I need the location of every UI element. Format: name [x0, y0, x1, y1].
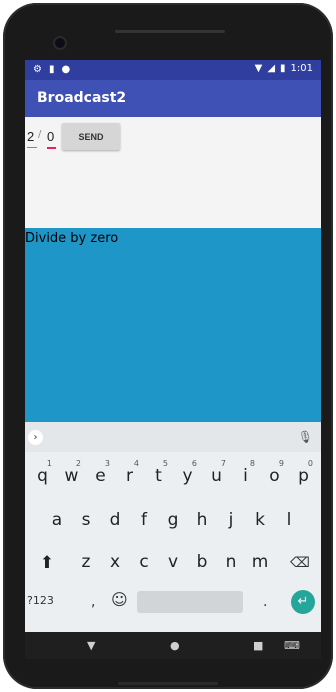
division-separator: / — [38, 129, 42, 140]
key-g[interactable]: g — [159, 502, 188, 538]
app-title: Broadcast2 — [37, 90, 127, 106]
symbols-key[interactable]: ?123 — [27, 594, 54, 607]
numerator-input[interactable] — [27, 126, 37, 148]
key-a[interactable]: a — [43, 502, 72, 538]
chevron-right-icon[interactable]: › — [28, 430, 43, 445]
circle-icon: ● — [61, 64, 71, 75]
wifi-icon: ▼ — [254, 63, 263, 74]
result-area: Divide by zero — [25, 228, 321, 422]
home-circle-icon[interactable]: ● — [170, 639, 180, 652]
recents-square-icon[interactable]: ■ — [253, 639, 263, 652]
key-b[interactable]: b — [188, 544, 217, 580]
key-j[interactable]: j — [217, 502, 246, 538]
keyboard-row-3: z x c v b n m — [25, 544, 321, 580]
key-d[interactable]: d — [101, 502, 130, 538]
key-n[interactable]: n — [217, 544, 246, 580]
key-z[interactable]: z — [72, 544, 101, 580]
earpiece — [115, 30, 225, 33]
comma-key[interactable]: , — [91, 594, 95, 610]
signal-icon: ◢ — [267, 63, 276, 74]
key-i[interactable]: i8 — [231, 458, 260, 494]
key-p[interactable]: p0 — [289, 458, 318, 494]
key-c[interactable]: c — [130, 544, 159, 580]
key-s[interactable]: s — [72, 502, 101, 538]
navigation-bar: ▼ ● ■ ⌨ — [25, 632, 321, 659]
key-m[interactable]: m — [246, 544, 275, 580]
status-icons-right: ▼ ◢ ▮ 1:01 — [255, 63, 313, 74]
send-button[interactable]: SEND — [62, 123, 120, 150]
keyboard-row-2: a s d f g h j k l — [25, 502, 321, 538]
emoji-key-icon[interactable]: ☺ — [111, 590, 128, 609]
key-w[interactable]: w2 — [57, 458, 86, 494]
phone-frame: ⚙ ▮ ● ▼ ◢ ▮ 1:01 Broadcast2 / SEND Divid… — [3, 3, 333, 689]
keyboard-switch-icon[interactable]: ⌨ — [284, 639, 300, 652]
gear-icon: ⚙ — [33, 64, 42, 75]
space-key[interactable] — [137, 591, 243, 613]
key-o[interactable]: o9 — [260, 458, 289, 494]
status-icons-left: ⚙ ▮ ● — [33, 64, 70, 75]
status-bar: ⚙ ▮ ● ▼ ◢ ▮ 1:01 — [25, 60, 321, 80]
key-k[interactable]: k — [246, 502, 275, 538]
enter-key-icon[interactable]: ↵ — [291, 590, 315, 614]
key-h[interactable]: h — [188, 502, 217, 538]
key-e[interactable]: e3 — [86, 458, 115, 494]
key-v[interactable]: v — [159, 544, 188, 580]
key-q[interactable]: q1 — [28, 458, 57, 494]
soft-keyboard: › 🎙 q1 w2 e3 r4 t5 y6 u7 i8 o9 p0 a s d … — [25, 422, 321, 632]
key-f[interactable]: f — [130, 502, 159, 538]
status-time: 1:01 — [290, 63, 313, 74]
key-x[interactable]: x — [101, 544, 130, 580]
key-u[interactable]: u7 — [202, 458, 231, 494]
key-t[interactable]: t5 — [144, 458, 173, 494]
back-triangle-icon[interactable]: ▼ — [87, 639, 95, 652]
mic-icon[interactable]: 🎙 — [298, 430, 313, 444]
backspace-key-icon[interactable]: ⌫ — [285, 545, 315, 581]
key-r[interactable]: r4 — [115, 458, 144, 494]
bottom-speaker — [118, 682, 218, 685]
key-l[interactable]: l — [275, 502, 304, 538]
period-key[interactable]: . — [263, 594, 267, 610]
front-camera — [55, 38, 65, 48]
screen: ⚙ ▮ ● ▼ ◢ ▮ 1:01 Broadcast2 / SEND Divid… — [25, 60, 321, 659]
key-y[interactable]: y6 — [173, 458, 202, 494]
sd-card-icon: ▮ — [48, 64, 55, 75]
result-text: Divide by zero — [25, 231, 119, 246]
battery-icon: ▮ — [280, 63, 286, 74]
app-bar: Broadcast2 — [25, 80, 321, 117]
denominator-input[interactable] — [47, 126, 56, 149]
keyboard-row-1: q1 w2 e3 r4 t5 y6 u7 i8 o9 p0 — [25, 458, 321, 494]
suggestion-strip: › 🎙 — [25, 422, 321, 452]
form-area: / SEND — [25, 117, 321, 231]
